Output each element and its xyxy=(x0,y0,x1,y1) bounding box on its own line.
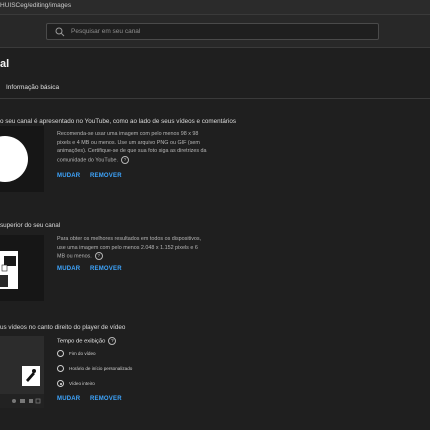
avatar xyxy=(0,136,28,182)
header-divider xyxy=(0,98,430,99)
photo-section-title: o seu canal é apresentado no YouTube, co… xyxy=(0,118,237,125)
player-preview xyxy=(0,336,44,408)
browser-address-bar[interactable]: HUISCeg/editing/images xyxy=(0,0,430,15)
page-title: al xyxy=(0,58,10,70)
banner-section-title: superior do seu canal xyxy=(0,222,61,229)
help-icon[interactable]: ? xyxy=(94,252,103,261)
watermark-change-button[interactable]: MUDAR xyxy=(57,396,80,402)
help-icon[interactable]: ? xyxy=(120,155,129,164)
photo-remove-button[interactable]: REMOVER xyxy=(90,173,122,179)
photo-description: Recomenda-se usar uma imagem com pelo me… xyxy=(57,131,207,164)
radio-button-selected[interactable] xyxy=(57,380,64,387)
url-text: HUISCeg/editing/images xyxy=(0,2,72,9)
banner-description: Para obter os melhores resultados em tod… xyxy=(57,236,202,261)
tab-basic-info[interactable]: Informação básica xyxy=(6,84,59,91)
help-icon[interactable]: ? xyxy=(108,337,117,345)
banner-remove-button[interactable]: REMOVER xyxy=(90,266,122,272)
banner-change-button[interactable]: MUDAR xyxy=(57,266,80,272)
banner-image xyxy=(0,251,18,289)
photo-change-button[interactable]: MUDAR xyxy=(57,173,80,179)
banner-preview xyxy=(0,235,44,301)
radio-button[interactable] xyxy=(57,365,64,372)
studio-header: Pesquisar em seu canal xyxy=(0,15,430,48)
watermark-section-title: us vídeos no canto direito do player de … xyxy=(0,324,126,331)
watermark-remove-button[interactable]: REMOVER xyxy=(90,396,122,402)
radio-button[interactable] xyxy=(57,350,64,357)
display-time-label: Tempo de exibição? xyxy=(57,337,117,345)
watermark-preview xyxy=(0,336,44,408)
search-box[interactable]: Pesquisar em seu canal xyxy=(46,23,379,40)
search-icon xyxy=(55,27,65,37)
profile-photo-preview xyxy=(0,126,44,192)
search-placeholder: Pesquisar em seu canal xyxy=(71,28,141,35)
